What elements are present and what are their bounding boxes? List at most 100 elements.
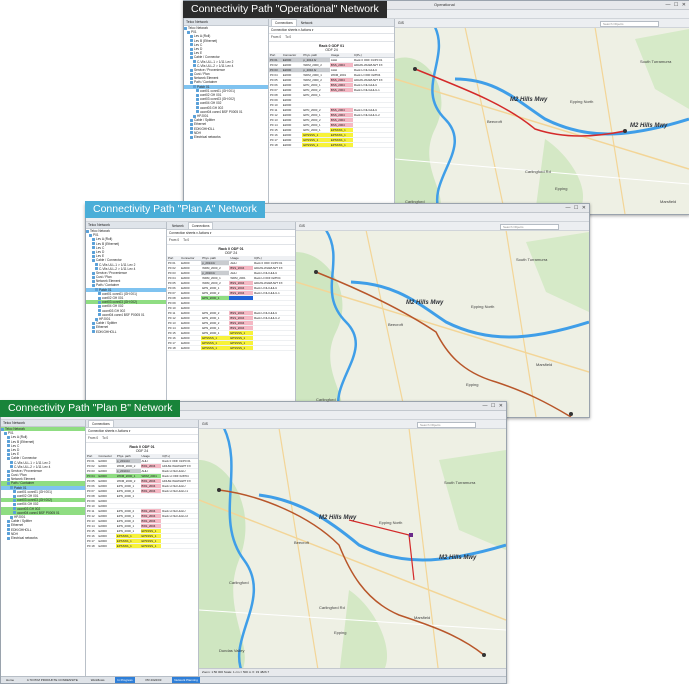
table-cell: E2000 xyxy=(180,345,202,352)
map-label: Carlingford xyxy=(229,580,249,585)
table-row[interactable]: P0 12 E2000 EPN_2000_1 BSS_2004 Rack H NH HH… xyxy=(86,513,198,520)
table-row[interactable]: P0 06 E2000 EPN_2000_1 BSS_2004 Rack H NH HH… xyxy=(86,483,198,490)
table-row[interactable]: P0 18 E2000 EPSSSS_1 EPSSSS_1 xyxy=(269,142,394,149)
table-cell xyxy=(161,543,198,550)
window-controls[interactable]: — ☐ ✕ xyxy=(483,402,504,410)
taskbar-item[interactable]: PR 2022/03 xyxy=(144,677,164,683)
to-filter[interactable]: To 0 xyxy=(285,35,291,39)
tab-network[interactable]: Network xyxy=(169,223,187,230)
from-filter[interactable]: From 0 xyxy=(88,436,98,440)
tree-item[interactable]: EDKIGHHOLL xyxy=(86,330,166,334)
map-view[interactable]: GIS Search Objects South Turramurra Eppi… xyxy=(395,19,689,214)
map-view[interactable]: GIS Search Objects South Turramurra Eppi… xyxy=(199,420,506,676)
table-row[interactable]: P0 11 E2000 EPN_2000_2 BSS_2004 Rack H NH HH… xyxy=(86,508,198,515)
table-row[interactable]: P0 01 E2000 p_2014.br AHH Rack 0 ODF 01/P0 0… xyxy=(269,57,394,64)
connections-menu[interactable]: Connection sheets ▾ Actions ▾ xyxy=(167,230,295,237)
layer-icon xyxy=(7,436,10,440)
route-end-marker[interactable] xyxy=(482,653,486,657)
to-filter[interactable]: To 0 xyxy=(183,238,189,242)
tab-connections[interactable]: Connections xyxy=(187,222,214,229)
table-row[interactable]: P0 11 E2000 EPN_2000_2 BSS_2004 Rack H NH HH… xyxy=(167,310,295,317)
connections-table: Port Connector Phys. path Usage C(P+) P0… xyxy=(86,454,198,550)
path-icon xyxy=(92,284,95,288)
window-controls[interactable]: — ☐ ✕ xyxy=(666,1,687,9)
table-row[interactable]: P0 01 E2000 p_2014.br AHH Rack 0 ODF 01/P0 0… xyxy=(86,458,198,465)
table-row[interactable]: P0 05 E2000 WDM_2000_2 BSS_2004 HDHW-WHWHWT … xyxy=(269,77,394,84)
table-row[interactable]: P0 02 E2000 WDM_2000_2 BSS_2004 HDHW-WHWHWT … xyxy=(167,265,295,272)
table-row[interactable]: P0 05 E2000 WDM_2000_2 BSS_2004 HDHW-WHWHWT … xyxy=(167,280,295,287)
taskbar-item-active[interactable]: Network Planning xyxy=(172,677,200,683)
table-row[interactable]: P0 03 E2000 p_2010.br AHH Rack H NH HHLU xyxy=(269,67,394,74)
table-row[interactable]: P0 07 E2000 EPN_2000_2 BSS_2004 Rack H NH HH… xyxy=(86,488,198,495)
table-row[interactable]: P0 03 E2000 p_2010.br AHH Rack H NH HHLU xyxy=(86,468,198,475)
connections-tabs: Connections xyxy=(86,420,198,428)
container-icon xyxy=(98,305,101,309)
connections-menu[interactable]: Connection sheets ▾ Actions ▾ xyxy=(86,428,198,435)
map-label: Carlingford Rd xyxy=(319,605,345,610)
table-cell: E2000 xyxy=(281,142,303,149)
table-row[interactable]: P0 04 E2000 WDM_2000_1 WDM_2001 Rack H ODF 0… xyxy=(167,275,295,282)
table-row[interactable]: P0 18 E2000 EPSSSS_1 EPSSSS_1 xyxy=(86,543,198,550)
table-cell: E2000 xyxy=(97,543,116,550)
table-cell: EPSSSS_1 xyxy=(329,142,354,149)
table-row[interactable]: P0 07 E2000 EPN_2000_2 BSS_2004 Rack H NH HH… xyxy=(269,87,394,94)
tree-header: Telco Network xyxy=(1,420,85,427)
table-row[interactable]: P0 05 E2000 WDM_2000_2 BSS_2004 HDHW-WHWHWT … xyxy=(86,478,198,485)
connections-menu[interactable]: Connection sheets ▾ Actions ▾ xyxy=(269,27,394,34)
table-row[interactable]: P0 06 E2000 EPN_2000_1 BSS_2004 Rack H NH HH… xyxy=(269,82,394,89)
map-search-input[interactable]: Search Objects xyxy=(417,421,476,428)
taskbar-item[interactable]: Home xyxy=(4,677,16,683)
taskbar-item[interactable]: 4.70 PFM PRODUKTE CONDENSITE xyxy=(25,677,80,683)
table-row[interactable]: P0 18 E2000 EPSSSS_1 EPSSSS_1 xyxy=(167,345,295,352)
map-view[interactable]: GIS Search Objects South Turramurra Eppi… xyxy=(296,222,589,417)
map-label: Beecroft xyxy=(388,322,403,327)
app-title: Operational xyxy=(434,2,455,7)
map-label: Beecroft xyxy=(487,119,502,124)
connections-panel: Connections Network Connection sheets ▾ A… xyxy=(269,19,395,214)
table-row[interactable]: P0 04 E2000 WDM_2000_1 WDM_2001 Rack H ODF 0… xyxy=(86,473,198,480)
network-tree: Telco Network Telco Network P01 Lev A (R… xyxy=(1,420,86,676)
map-canvas xyxy=(296,229,589,417)
tab-connections[interactable]: Connections xyxy=(88,420,114,427)
table-row[interactable]: P0 11 E2000 EPN_2000_2 BSS_2004 Rack H NH HH… xyxy=(269,107,394,114)
window-controls[interactable]: — ☐ ✕ xyxy=(566,204,587,212)
to-filter[interactable]: To 0 xyxy=(102,436,108,440)
taskbar-item-active[interactable]: In Progress xyxy=(115,677,135,683)
plan-b-title-badge: Connectivity Path "Plan B" Network xyxy=(0,400,181,417)
layer-icon xyxy=(190,39,193,43)
container-icon xyxy=(13,503,16,507)
map-search-input[interactable]: Search Objects xyxy=(600,20,659,27)
route-start-marker[interactable] xyxy=(314,270,318,274)
tab-connections[interactable]: Connections xyxy=(271,19,297,26)
node-marker[interactable] xyxy=(409,533,413,537)
tree-item[interactable]: Electrical networks xyxy=(184,135,268,139)
table-row[interactable]: P0 07 E2000 EPN_2000_2 BSS_2004 Rack H NH HH… xyxy=(167,290,295,297)
tab-network[interactable]: Network xyxy=(298,20,316,27)
table-row[interactable]: P0 12 E2000 EPN_2000_1 BSS_2004 Rack H NH HH… xyxy=(269,112,394,119)
table-row[interactable]: P0 03 E2000 p_2010.br AHH Rack H NH HHLU xyxy=(167,270,295,277)
route-start-marker[interactable] xyxy=(217,488,221,492)
ethernet-icon xyxy=(92,325,95,329)
taskbar-item[interactable]: Workflows xyxy=(89,677,107,683)
from-filter[interactable]: From 0 xyxy=(271,35,281,39)
table-row[interactable]: P0 04 E2000 WDM_2000_1 WDM_2001 Rack H ODF 0… xyxy=(269,72,394,79)
connections-tabs: Network Connections xyxy=(167,222,295,230)
map-search-input[interactable]: Search Objects xyxy=(500,223,559,230)
path-icon xyxy=(10,486,13,490)
table-row[interactable]: P0 06 E2000 EPN_2000_1 BSS_2004 Rack H NH HH… xyxy=(167,285,295,292)
connections-filter-tools: From 0 To 0 xyxy=(86,435,198,443)
table-row[interactable]: P0 01 E2000 p_2014.br AHH Rack 0 ODF 01/P0 0… xyxy=(167,260,295,267)
route-end-marker[interactable] xyxy=(623,129,627,133)
map-canvas xyxy=(199,427,506,676)
network-tree: Telco Network Telco Network P01 Lev A (R… xyxy=(86,222,167,417)
route-start-marker[interactable] xyxy=(413,67,417,71)
from-filter[interactable]: From 0 xyxy=(169,238,179,242)
table-row[interactable]: P0 12 E2000 EPN_2000_1 BSS_2004 Rack H NH HH… xyxy=(167,315,295,322)
route-end-marker[interactable] xyxy=(569,412,573,416)
table-row[interactable]: P0 02 E2000 WDM_2000_2 BSS_2004 HDHW-WHWHWT … xyxy=(269,62,394,69)
map-label: Carlingford xyxy=(316,397,336,402)
tree-item[interactable]: Electrical networks xyxy=(1,536,85,540)
path-icon xyxy=(7,482,10,486)
table-row[interactable]: P0 02 E2000 WDM_2000_2 BSS_2004 HDHW-WHWHWT … xyxy=(86,463,198,470)
layer-icon xyxy=(92,242,95,246)
